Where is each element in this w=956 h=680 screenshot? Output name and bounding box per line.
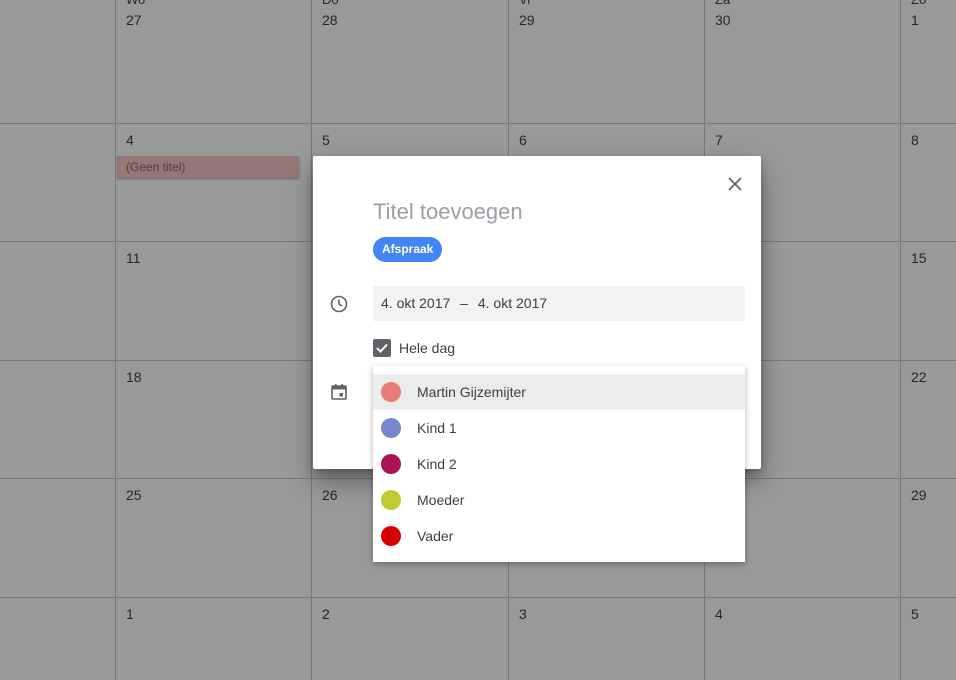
event-type-chip[interactable]: Afspraak (373, 237, 443, 262)
calendar-option-label: Kind 1 (417, 420, 457, 436)
calendar-option-label: Vader (417, 528, 454, 544)
checkmark-icon (376, 343, 388, 353)
calendar-color-dot (381, 526, 401, 546)
calendar-color-dot (381, 454, 401, 474)
start-date[interactable]: 4. okt 2017 (381, 295, 450, 311)
title-input[interactable]: Titel toevoegen (373, 196, 733, 228)
calendar-icon (331, 384, 347, 400)
calendar-option[interactable]: Moeder (373, 482, 745, 518)
calendar-color-dot (381, 382, 401, 402)
close-button[interactable] (723, 172, 747, 196)
calendar-option[interactable]: Martin Gijzemijter (373, 374, 745, 410)
calendar-color-dot (381, 418, 401, 438)
clock-icon (330, 295, 348, 313)
calendar-option-label: Moeder (417, 492, 465, 508)
all-day-checkbox[interactable] (373, 339, 391, 357)
calendar-option[interactable]: Kind 1 (373, 410, 745, 446)
calendar-color-dot (381, 490, 401, 510)
calendar-dropdown-menu: Martin Gijzemijter Kind 1 Kind 2 Moeder … (373, 366, 745, 562)
calendar-option-label: Martin Gijzemijter (417, 384, 526, 400)
calendar-option-label: Kind 2 (417, 456, 457, 472)
end-date[interactable]: 4. okt 2017 (478, 295, 547, 311)
calendar-option[interactable]: Vader (373, 518, 745, 554)
close-icon (728, 177, 742, 191)
calendar-option[interactable]: Kind 2 (373, 446, 745, 482)
all-day-label: Hele dag (399, 340, 456, 356)
date-separator: – (460, 295, 468, 311)
date-range-field[interactable]: 4. okt 2017 – 4. okt 2017 (373, 286, 745, 321)
